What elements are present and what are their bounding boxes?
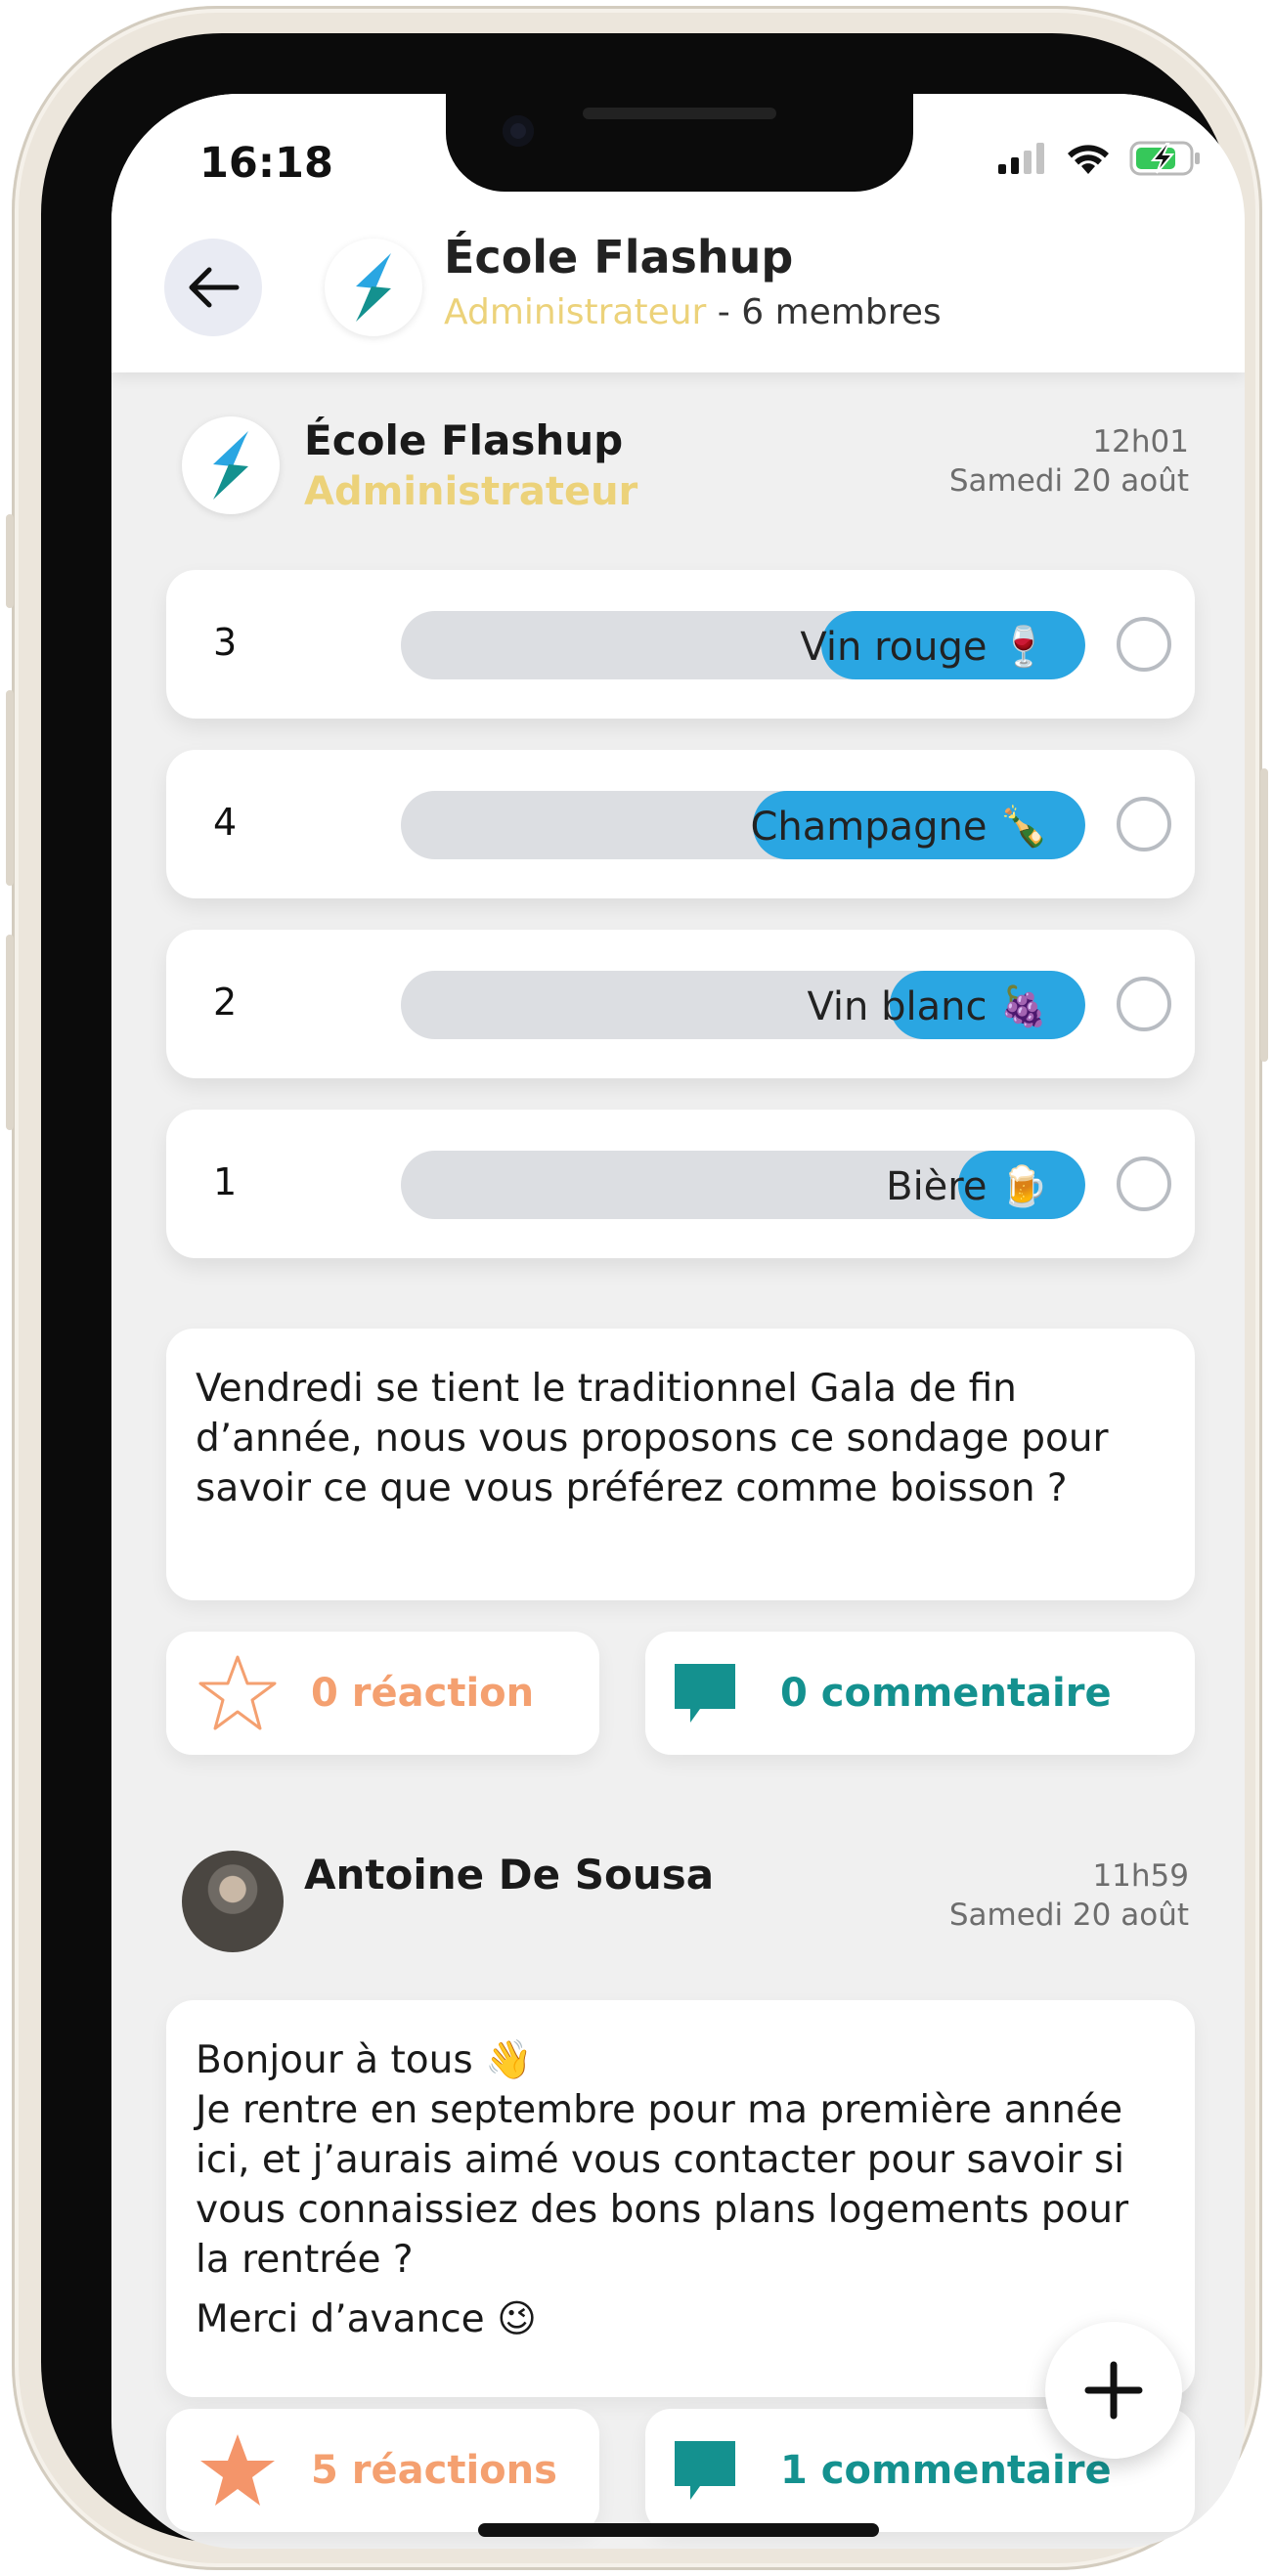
poll-post-header: École Flashup Administrateur 12h01 Samed… <box>182 416 1189 524</box>
wifi-icon <box>1068 145 1109 174</box>
poll-option-label: Champagne 🍾 <box>750 805 1048 850</box>
post-timestamp: 12h01 Samedi 20 août <box>949 422 1189 501</box>
power-button <box>1260 768 1268 1062</box>
beer-icon: 🍺 <box>999 1164 1048 1209</box>
poll-option-count: 1 <box>213 1160 238 1203</box>
reaction-button[interactable]: 0 réaction <box>166 1632 599 1755</box>
members-count: - 6 membres <box>706 292 942 332</box>
comment-icon <box>675 2441 735 2500</box>
author-photo[interactable] <box>182 1851 284 1952</box>
phone-frame: 16:18 École Flashup Administrateur - 6 m… <box>6 6 1268 2570</box>
app-screen: 16:18 École Flashup Administrateur - 6 m… <box>111 94 1245 2549</box>
poll-option-radio[interactable] <box>1117 1157 1171 1211</box>
status-icons <box>998 141 1202 176</box>
cellular-signal-icon <box>998 143 1044 174</box>
user-post-header: Antoine De Sousa 11h59 Samedi 20 août <box>182 1851 1189 1958</box>
speaker <box>583 108 776 119</box>
reaction-count: 5 réactions <box>311 2448 557 2493</box>
reaction-button[interactable]: 5 réactions <box>166 2409 599 2532</box>
poll-option-count: 3 <box>213 621 238 664</box>
group-subtitle: Administrateur - 6 membres <box>444 292 942 332</box>
post-text-line: Bonjour à tous 👋 <box>196 2038 533 2082</box>
home-indicator <box>478 2523 879 2537</box>
front-camera <box>503 115 534 147</box>
post-text-card: Bonjour à tous 👋 Je rentre en septembre … <box>166 2000 1195 2397</box>
group-title: École Flashup <box>444 231 794 284</box>
poll-bar-track: Bière 🍺 <box>401 1151 1085 1219</box>
phone-bezel: 16:18 École Flashup Administrateur - 6 m… <box>41 33 1245 2549</box>
comment-count: 1 commentaire <box>780 2448 1112 2493</box>
reaction-count: 0 réaction <box>311 1671 535 1716</box>
post-text-card: Vendredi se tient le traditionnel Gala d… <box>166 1329 1195 1600</box>
author-role: Administrateur <box>304 469 638 514</box>
star-outline-icon <box>198 1655 277 1730</box>
author-name: École Flashup <box>304 416 624 464</box>
notch <box>446 94 913 192</box>
champagne-icon: 🍾 <box>999 805 1048 850</box>
poll-bar-track: Vin blanc 🍇 <box>401 971 1085 1039</box>
back-arrow-icon <box>189 267 240 308</box>
volume-down-button <box>6 935 14 1130</box>
poll-option[interactable]: 1 Bière 🍺 <box>166 1110 1195 1258</box>
silent-switch <box>6 514 14 608</box>
post-date: Samedi 20 août <box>948 463 1189 499</box>
back-button[interactable] <box>164 239 262 336</box>
author-name: Antoine De Sousa <box>304 1851 715 1899</box>
flashup-logo-icon <box>213 431 248 500</box>
poll-option-count: 4 <box>213 801 238 844</box>
post-date: Samedi 20 août <box>948 1898 1189 1933</box>
wine-glass-icon: 🍷 <box>999 625 1048 670</box>
comment-button[interactable]: 0 commentaire <box>645 1632 1195 1755</box>
poll-option-radio[interactable] <box>1117 797 1171 851</box>
star-filled-icon <box>200 2434 275 2506</box>
battery-charging-icon <box>1129 141 1200 176</box>
plus-icon <box>1084 2361 1143 2420</box>
poll-option-label: Vin rouge 🍷 <box>800 625 1048 670</box>
post-text-line: Merci d’avance 😉 <box>196 2297 537 2341</box>
post-timestamp: 11h59 Samedi 20 août <box>949 1856 1189 1935</box>
poll-bar-track: Vin rouge 🍷 <box>401 611 1085 679</box>
grapes-icon: 🍇 <box>999 984 1048 1029</box>
status-time: 16:18 <box>199 139 333 188</box>
poll-option-label: Vin blanc 🍇 <box>807 984 1048 1029</box>
comment-icon <box>675 1664 735 1723</box>
volume-up-button <box>6 690 14 886</box>
post-time: 12h01 <box>1092 424 1189 459</box>
flashup-logo-icon <box>356 253 391 322</box>
poll-option-radio[interactable] <box>1117 977 1171 1031</box>
author-avatar[interactable] <box>182 416 280 514</box>
poll-option[interactable]: 2 Vin blanc 🍇 <box>166 930 1195 1078</box>
poll-option[interactable]: 4 Champagne 🍾 <box>166 750 1195 898</box>
post-text-line: Je rentre en septembre pour ma première … <box>196 2088 1129 2282</box>
poll-option-count: 2 <box>213 981 238 1024</box>
poll-option-radio[interactable] <box>1117 617 1171 672</box>
comment-count: 0 commentaire <box>780 1671 1112 1716</box>
post-time: 11h59 <box>1092 1858 1189 1894</box>
group-logo[interactable] <box>325 239 422 336</box>
poll-bar-track: Champagne 🍾 <box>401 791 1085 859</box>
poll-option[interactable]: 3 Vin rouge 🍷 <box>166 570 1195 719</box>
role-label: Administrateur <box>444 292 707 332</box>
new-post-button[interactable] <box>1045 2322 1182 2459</box>
post-text: Vendredi se tient le traditionnel Gala d… <box>196 1367 1109 1510</box>
poll-option-label: Bière 🍺 <box>886 1164 1048 1209</box>
